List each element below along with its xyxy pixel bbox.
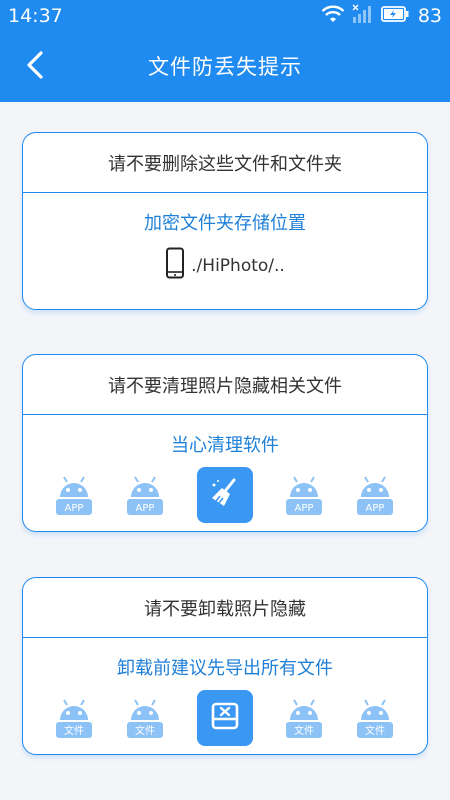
battery-charging-icon	[380, 6, 409, 26]
battery-level: 83	[417, 5, 442, 27]
file-label: 文件	[135, 724, 155, 737]
phone-icon	[165, 247, 185, 284]
android-file-icon: 文件	[53, 696, 95, 740]
android-app-icon: APP	[283, 473, 325, 517]
android-file-icon: 文件	[283, 696, 325, 740]
nav-bar: 文件防丢失提示	[0, 34, 450, 100]
card-subtitle: 加密文件夹存储位置	[144, 213, 306, 234]
signal-icon	[352, 4, 374, 28]
storage-path-row: ./HiPhoto/..	[23, 247, 427, 284]
wifi-icon	[321, 4, 345, 28]
android-app-icon: APP	[354, 473, 396, 517]
android-file-icon: 文件	[354, 696, 396, 740]
android-file-icon: 文件	[124, 696, 166, 740]
app-icons-row: APP APP APP APP	[23, 467, 427, 527]
app-label: APP	[136, 503, 155, 514]
app-label: APP	[295, 503, 314, 514]
file-icons-row: 文件 文件 文件 文件	[23, 690, 427, 750]
status-bar: 14:37 83	[0, 0, 450, 32]
card-heading: 请不要卸载照片隐藏	[23, 578, 427, 638]
page-title: 文件防丢失提示	[148, 55, 302, 79]
uninstall-icon	[208, 699, 242, 737]
status-icons: 83	[321, 4, 442, 28]
android-app-icon: APP	[53, 473, 95, 517]
card-heading: 请不要清理照片隐藏相关文件	[23, 355, 427, 415]
cleaner-app-button[interactable]	[197, 467, 253, 523]
storage-path: ./HiPhoto/..	[191, 255, 285, 276]
file-label: 文件	[64, 724, 84, 737]
card-subtitle: 当心清理软件	[171, 435, 279, 456]
top-bar: 14:37 83 文件防丢失提示	[0, 0, 450, 102]
card-do-not-delete: 请不要删除这些文件和文件夹 加密文件夹存储位置 ./HiPhoto/..	[22, 132, 428, 310]
card-heading: 请不要删除这些文件和文件夹	[23, 133, 427, 193]
uninstall-button[interactable]	[197, 690, 253, 746]
app-label: APP	[366, 503, 385, 514]
app-label: APP	[65, 503, 84, 514]
file-label: 文件	[365, 724, 385, 737]
android-app-icon: APP	[124, 473, 166, 517]
file-label: 文件	[294, 724, 314, 737]
card-do-not-clean: 请不要清理照片隐藏相关文件 当心清理软件 APP APP APP APP	[22, 354, 428, 532]
card-subtitle: 卸载前建议先导出所有文件	[117, 658, 333, 679]
broom-icon	[208, 476, 242, 514]
card-do-not-uninstall: 请不要卸载照片隐藏 卸载前建议先导出所有文件 文件 文件 文件 文件	[22, 577, 428, 755]
status-time: 14:37	[8, 5, 63, 27]
